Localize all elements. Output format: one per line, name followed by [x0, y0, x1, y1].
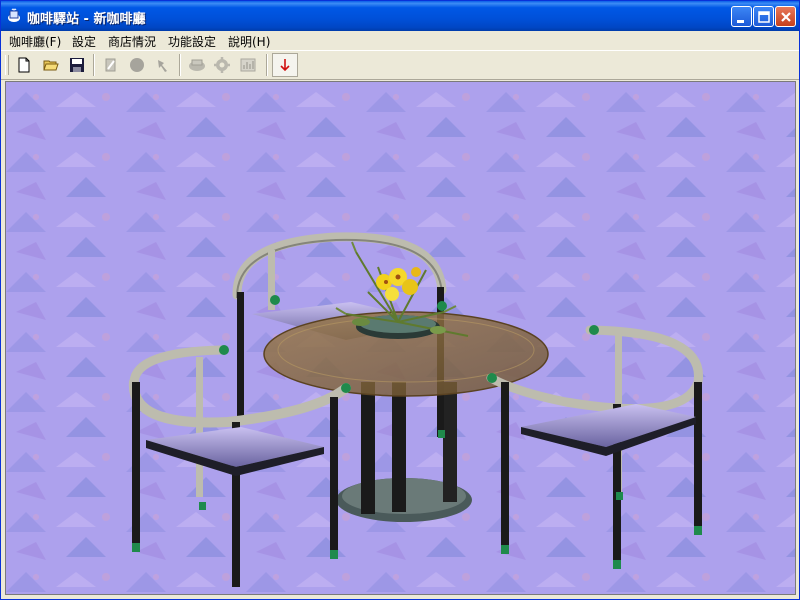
cafe-scene[interactable] [6, 82, 795, 594]
new-document-icon [18, 57, 30, 73]
close-icon [781, 12, 791, 22]
minimize-icon [737, 20, 744, 23]
toolbar-grip[interactable] [5, 55, 9, 75]
disabled-tool-1 [100, 54, 122, 76]
menu-function-settings[interactable]: 功能設定 [168, 33, 216, 50]
menu-shop-status[interactable]: 商店情況 [108, 33, 156, 50]
toolbar [1, 50, 799, 80]
gear-disabled-icon [214, 57, 230, 73]
move-down-button[interactable] [272, 53, 298, 77]
tool-disabled-icon [105, 58, 116, 72]
disabled-tool-5 [211, 54, 233, 76]
menu-cafe[interactable]: 咖啡廳(F) [9, 33, 61, 50]
coffee-app-icon [8, 8, 20, 22]
disabled-tool-3 [152, 54, 174, 76]
arrow-disabled-icon [158, 60, 167, 72]
new-button[interactable] [13, 54, 35, 76]
menu-settings[interactable]: 設定 [72, 33, 96, 50]
table-leg [443, 382, 457, 502]
chart-disabled-icon [240, 58, 256, 72]
title-bar[interactable]: 咖啡驛站 - 新咖啡廳 [1, 1, 799, 31]
red-down-arrow-icon [280, 59, 290, 72]
app-window: 咖啡驛站 - 新咖啡廳 咖啡廳(F) 設定 商店情況 功能設定 說明(H) [0, 0, 800, 600]
disabled-tool-6 [237, 54, 259, 76]
coffee-machine-disabled-icon [189, 59, 205, 71]
table-leg [361, 382, 375, 514]
maximize-icon [758, 11, 770, 23]
close-button[interactable] [775, 6, 796, 27]
cafe-3d-view[interactable] [5, 81, 796, 595]
minimize-button[interactable] [731, 6, 752, 27]
save-disk-icon [70, 58, 84, 72]
disabled-tool-2 [126, 54, 148, 76]
circle-disabled-icon [130, 58, 144, 72]
toolbar-separator [179, 54, 181, 76]
menu-bar: 咖啡廳(F) 設定 商店情況 功能設定 說明(H) [1, 31, 799, 50]
open-folder-icon [43, 60, 59, 71]
disabled-tool-4 [185, 54, 207, 76]
menu-help[interactable]: 說明(H) [228, 33, 270, 50]
maximize-button[interactable] [753, 6, 774, 27]
table-leg [392, 382, 406, 512]
window-title: 咖啡驛站 - 新咖啡廳 [27, 12, 146, 27]
toolbar-separator [266, 54, 268, 76]
open-button[interactable] [40, 54, 62, 76]
toolbar-separator [93, 54, 95, 76]
save-button[interactable] [66, 54, 88, 76]
